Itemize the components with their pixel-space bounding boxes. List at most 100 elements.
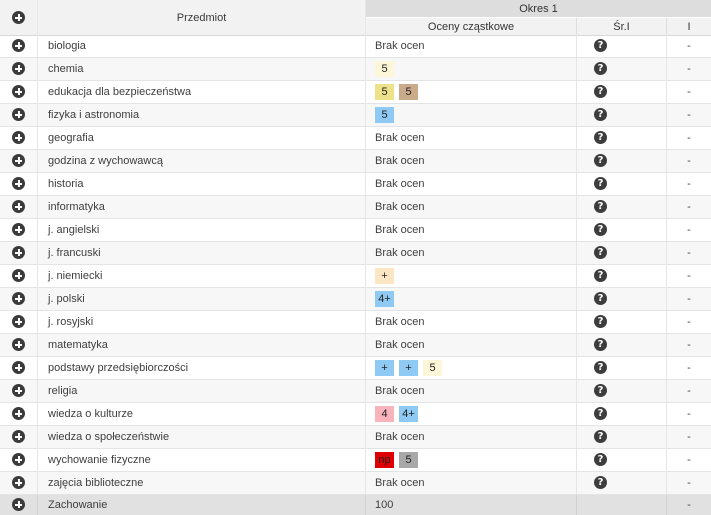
subject-name: informatyka — [48, 201, 105, 213]
grades-list: Brak ocen — [375, 334, 425, 356]
plus-circle-icon[interactable] — [12, 131, 25, 144]
grade-badge[interactable]: + — [399, 360, 418, 376]
final-grade-cell: - — [667, 104, 711, 126]
question-circle-icon[interactable]: ? — [594, 292, 607, 305]
question-circle-icon[interactable]: ? — [594, 315, 607, 328]
expand-cell — [0, 288, 38, 310]
partial-grades-cell: 4+ — [366, 288, 577, 310]
plus-circle-icon[interactable] — [12, 62, 25, 75]
question-circle-icon[interactable]: ? — [594, 131, 607, 144]
final-grade-cell: - — [667, 380, 711, 402]
grade-badge[interactable]: + — [375, 268, 394, 284]
subject-cell: j. polski — [38, 288, 366, 310]
final-grade-value: - — [687, 247, 691, 259]
subject-name: biologia — [48, 40, 86, 52]
question-circle-icon[interactable]: ? — [594, 246, 607, 259]
question-circle-icon[interactable]: ? — [594, 85, 607, 98]
plus-circle-icon[interactable] — [12, 315, 25, 328]
final-grade-cell: - — [667, 426, 711, 448]
grade-badge[interactable]: 5 — [375, 61, 394, 77]
question-circle-icon[interactable]: ? — [594, 407, 607, 420]
grades-list: np 5 — [375, 449, 418, 471]
expand-cell — [0, 265, 38, 287]
no-grades-text: Brak ocen — [375, 339, 425, 351]
grade-badge[interactable]: 4+ — [375, 291, 394, 307]
average-cell: ? — [577, 150, 667, 172]
table-row: wychowanie fizyczne np 5? - — [0, 449, 711, 472]
expand-all-icon[interactable] — [12, 11, 25, 24]
question-circle-icon[interactable]: ? — [594, 177, 607, 190]
final-grade-cell: - — [667, 196, 711, 218]
plus-circle-icon[interactable] — [12, 154, 25, 167]
plus-circle-icon[interactable] — [12, 384, 25, 397]
plus-circle-icon[interactable] — [12, 223, 25, 236]
grade-badge[interactable]: 5 — [399, 84, 418, 100]
plus-circle-icon[interactable] — [12, 338, 25, 351]
plus-circle-icon[interactable] — [12, 476, 25, 489]
final-grade-cell: - — [667, 288, 711, 310]
question-circle-icon[interactable]: ? — [594, 430, 607, 443]
plus-circle-icon[interactable] — [12, 498, 25, 511]
plus-circle-icon[interactable] — [12, 39, 25, 52]
plus-circle-icon[interactable] — [12, 292, 25, 305]
plus-circle-icon[interactable] — [12, 361, 25, 374]
conduct-label: Zachowanie — [48, 499, 108, 511]
final-grade-value: - — [687, 477, 691, 489]
question-circle-icon[interactable]: ? — [594, 476, 607, 489]
grades-list: 5 — [375, 104, 394, 126]
subject-name: j. angielski — [48, 224, 100, 236]
plus-circle-icon[interactable] — [12, 246, 25, 259]
question-circle-icon[interactable]: ? — [594, 269, 607, 282]
partial-grades-cell: Brak ocen — [366, 35, 577, 57]
expand-cell — [0, 426, 38, 448]
plus-circle-icon[interactable] — [12, 85, 25, 98]
plus-circle-icon[interactable] — [12, 453, 25, 466]
grade-badge[interactable]: + — [375, 360, 394, 376]
plus-circle-icon[interactable] — [12, 269, 25, 282]
final-grade-cell: - — [667, 242, 711, 264]
question-circle-icon[interactable]: ? — [594, 384, 607, 397]
plus-circle-icon[interactable] — [12, 108, 25, 121]
partial-grades-cell: 4 4+ — [366, 403, 577, 425]
grade-badge[interactable]: 5 — [375, 107, 394, 123]
subject-cell: historia — [38, 173, 366, 195]
subject-name: zajęcia biblioteczne — [48, 477, 144, 489]
question-circle-icon[interactable]: ? — [594, 361, 607, 374]
period-header: Okres 1 — [366, 0, 711, 18]
plus-circle-icon[interactable] — [12, 407, 25, 420]
question-circle-icon[interactable]: ? — [594, 338, 607, 351]
grade-badge[interactable]: 4 — [375, 406, 394, 422]
subject-cell: j. niemiecki — [38, 265, 366, 287]
final-grade-value: - — [687, 454, 691, 466]
grade-badge[interactable]: 5 — [399, 452, 418, 468]
final-grade-value: - — [687, 316, 691, 328]
grades-list: Brak ocen — [375, 35, 425, 57]
subject-cell: wiedza o społeczeństwie — [38, 426, 366, 448]
grades-list: Brak ocen — [375, 242, 425, 264]
grade-badge[interactable]: 4+ — [399, 406, 418, 422]
grade-badge[interactable]: np — [375, 452, 394, 468]
final-grade-value: - — [687, 362, 691, 374]
subject-cell: podstawy przedsiębiorczości — [38, 357, 366, 379]
question-circle-icon[interactable]: ? — [594, 39, 607, 52]
average-cell: ? — [577, 449, 667, 471]
question-circle-icon[interactable]: ? — [594, 154, 607, 167]
question-circle-icon[interactable]: ? — [594, 223, 607, 236]
plus-circle-icon[interactable] — [12, 177, 25, 190]
grade-badge[interactable]: 5 — [423, 360, 442, 376]
grades-list: 4 4+ — [375, 403, 418, 425]
final-grade-value: - — [687, 178, 691, 190]
grade-badge[interactable]: 5 — [375, 84, 394, 100]
plus-circle-icon[interactable] — [12, 430, 25, 443]
question-circle-icon[interactable]: ? — [594, 453, 607, 466]
table-row: zajęcia biblioteczne Brak ocen? - — [0, 472, 711, 495]
partial-grades-header: Oceny cząstkowe — [366, 18, 577, 35]
plus-circle-icon[interactable] — [12, 200, 25, 213]
question-circle-icon[interactable]: ? — [594, 62, 607, 75]
question-circle-icon[interactable]: ? — [594, 200, 607, 213]
expand-cell — [0, 311, 38, 333]
table-row: godzina z wychowawcą Brak ocen? - — [0, 150, 711, 173]
no-grades-text: Brak ocen — [375, 201, 425, 213]
table-row: biologia Brak ocen? - — [0, 35, 711, 58]
question-circle-icon[interactable]: ? — [594, 108, 607, 121]
